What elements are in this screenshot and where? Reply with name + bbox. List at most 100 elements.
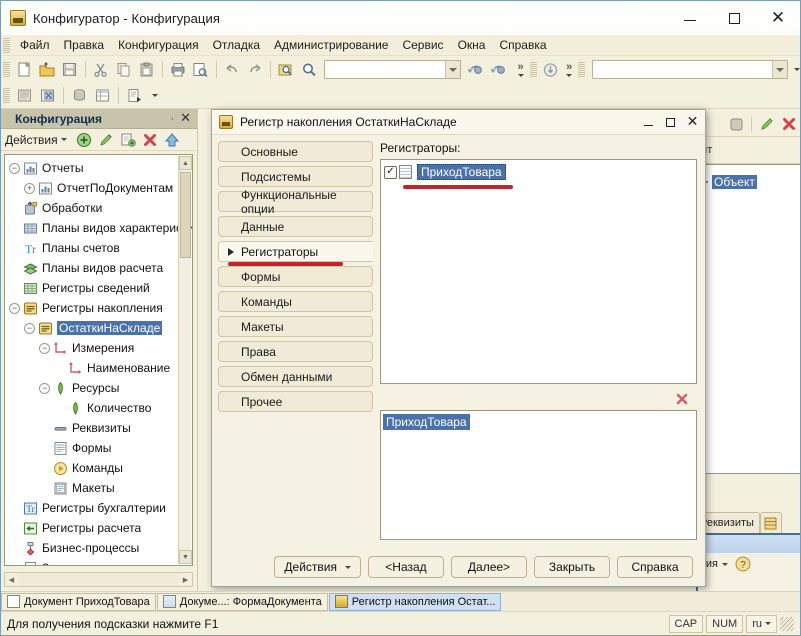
tree-node[interactable]: Наименование	[5, 358, 192, 378]
tree-node[interactable]: Tr Планы счетов	[5, 238, 192, 258]
menu-item-administration[interactable]: Администрирование	[267, 36, 395, 54]
step-into-icon[interactable]	[541, 59, 562, 80]
dialog-tab-права[interactable]: Права	[218, 341, 373, 362]
find-in-files-icon[interactable]	[276, 59, 297, 80]
menu-item-file[interactable]: Файл	[13, 36, 57, 54]
tree-node[interactable]: Tr Регистры бухгалтерии	[5, 498, 192, 518]
close-panel-icon[interactable]: ✕	[177, 111, 197, 126]
dialog-tab-обмен-данными[interactable]: Обмен данными	[218, 366, 373, 387]
tree-node[interactable]: − Измерения	[5, 338, 192, 358]
dialog-tab-данные[interactable]: Данные	[218, 216, 373, 237]
tree-node[interactable]: + ОтчетПоДокументам	[5, 178, 192, 198]
tree-node[interactable]: Реквизиты	[5, 418, 192, 438]
tree-node[interactable]: Команды	[5, 458, 192, 478]
edit-pencil-icon[interactable]	[757, 114, 777, 134]
object-icon[interactable]	[726, 114, 746, 134]
print-preview-icon[interactable]	[190, 59, 211, 80]
dialog-close-button[interactable]: ✕	[683, 113, 702, 132]
maximize-button[interactable]	[712, 2, 756, 35]
menu-item-debug[interactable]: Отладка	[206, 36, 267, 54]
menu-item-edit[interactable]: Правка	[57, 36, 112, 54]
list-item[interactable]: ПриходТовара	[381, 413, 696, 431]
dialog-tab-макеты[interactable]: Макеты	[218, 316, 373, 337]
nav-forward-icon[interactable]	[488, 59, 509, 80]
paste-icon[interactable]	[136, 59, 157, 80]
scroll-left-arrow[interactable]: ◀	[5, 573, 18, 587]
add-icon[interactable]	[74, 130, 94, 150]
menu-item-service[interactable]: Сервис	[395, 36, 450, 54]
close-button[interactable]: ✕	[756, 2, 800, 35]
grid-icon[interactable]	[759, 512, 782, 533]
toolbar-grip-2[interactable]	[529, 62, 537, 77]
tree-scroll-thumb[interactable]	[180, 172, 191, 258]
collapse-icon[interactable]: −	[24, 322, 35, 334]
scroll-down-arrow[interactable]: ▼	[179, 550, 192, 564]
taskbar-item-document[interactable]: Документ ПриходТовара	[1, 592, 156, 611]
dialog-maximize-button[interactable]	[661, 113, 680, 132]
redo-icon[interactable]	[244, 59, 265, 80]
toolbar-grip-4[interactable]	[3, 88, 10, 103]
chevron-down-icon-actions[interactable]	[60, 138, 67, 141]
save-icon[interactable]	[59, 59, 80, 80]
pin-icon[interactable]: ·	[167, 113, 177, 125]
menu-grip[interactable]	[3, 37, 10, 53]
undo-icon[interactable]	[222, 59, 243, 80]
scroll-right-arrow[interactable]: ▶	[179, 573, 192, 587]
dialog-tab-формы[interactable]: Формы	[218, 266, 373, 287]
language-selector[interactable]: ru	[746, 614, 777, 633]
registrators-list[interactable]: ✓ ПриходТовара	[380, 159, 697, 384]
toolbar-grip-3[interactable]	[578, 62, 586, 77]
nav-back-icon[interactable]	[465, 59, 486, 80]
tree-node[interactable]: Задачи	[5, 558, 192, 565]
tree-node[interactable]: Количество	[5, 398, 192, 418]
tree-node[interactable]: − Регистры накопления	[5, 298, 192, 318]
toolbar-overflow-2[interactable]: »	[566, 61, 572, 77]
tree-node[interactable]: Обработки	[5, 198, 192, 218]
tree-vertical-scrollbar[interactable]: ▲ ▼	[178, 156, 192, 564]
new-document-icon[interactable]	[14, 59, 35, 80]
help-icon[interactable]: ?	[735, 556, 751, 572]
chevron-down-icon-inner[interactable]	[721, 562, 728, 566]
dialog-tab-подсистемы[interactable]: Подсистемы	[218, 166, 373, 187]
tree-node[interactable]: − Ресурсы	[5, 378, 192, 398]
tree-node[interactable]: Регистры сведений	[5, 278, 192, 298]
close-button[interactable]: Закрыть	[534, 556, 610, 578]
delete-red-icon[interactable]	[779, 114, 799, 134]
background-list-item[interactable]: Объект	[712, 175, 757, 189]
search-combo[interactable]	[324, 60, 462, 79]
compare-merge-icon[interactable]	[37, 85, 58, 106]
expand-icon[interactable]: +	[24, 182, 35, 194]
collapse-icon[interactable]: −	[39, 342, 50, 354]
collapse-icon[interactable]: −	[9, 162, 20, 174]
configuration-tree[interactable]: − Отчеты + ОтчетПоДокументам Обработки Планы …	[4, 154, 193, 566]
dialog-tab-функциональные-опции[interactable]: Функциональные опции	[218, 188, 373, 216]
taskbar-item-register[interactable]: Регистр накопления Остат...	[328, 592, 502, 611]
copy-icon[interactable]	[113, 59, 134, 80]
menu-item-windows[interactable]: Окна	[451, 36, 493, 54]
tree-node[interactable]: Планы видов расчета	[5, 258, 192, 278]
collapse-icon[interactable]: −	[9, 302, 20, 314]
dialog-tab-регистраторы[interactable]: Регистраторы	[218, 241, 373, 262]
tree-hscroll-thumb[interactable]	[18, 573, 179, 586]
tree-horizontal-scrollbar[interactable]: ◀ ▶	[4, 572, 193, 587]
cut-icon[interactable]	[91, 59, 112, 80]
table-icon[interactable]	[92, 85, 113, 106]
dialog-tab-основные[interactable]: Основные	[218, 141, 373, 162]
dialog-tab-команды[interactable]: Команды	[218, 291, 373, 312]
background-list[interactable]: Объект	[694, 164, 800, 474]
collapse-icon[interactable]: −	[39, 382, 50, 394]
actions-button[interactable]: Действия	[274, 556, 361, 578]
copy-item-icon[interactable]	[118, 130, 138, 150]
toolbar2-expand-caret[interactable]	[152, 94, 158, 97]
dialog-minimize-button[interactable]	[639, 113, 658, 132]
edit-icon[interactable]	[96, 130, 116, 150]
scroll-up-arrow[interactable]: ▲	[179, 156, 192, 170]
selected-document-name[interactable]: ПриходТовара	[383, 414, 470, 430]
registrator-checkbox[interactable]: ✓	[384, 165, 397, 179]
command-search-input[interactable]	[592, 60, 789, 79]
toolbar-overflow-1[interactable]: »	[518, 61, 524, 77]
move-up-icon[interactable]	[162, 130, 182, 150]
toolbar-grip-1[interactable]	[3, 62, 10, 77]
toolbar-expand-caret[interactable]	[794, 68, 800, 71]
delete-icon[interactable]	[140, 130, 160, 150]
